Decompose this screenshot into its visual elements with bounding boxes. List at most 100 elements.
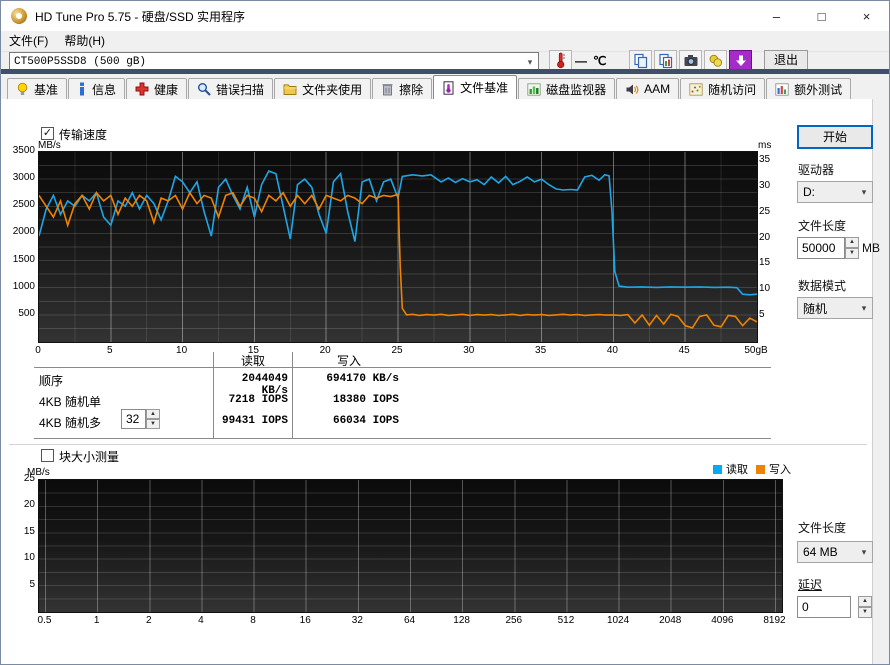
minimize-button[interactable]: – (754, 1, 799, 31)
menu-file[interactable]: 文件(F) (1, 31, 56, 51)
transfer-speed-label: 传输速度 (59, 128, 108, 142)
tab-label: 基准 (34, 82, 59, 97)
accent-separator (1, 69, 889, 74)
chevron-down-icon: ▾ (861, 546, 867, 557)
file-length-value: 50000 (802, 241, 836, 255)
tab-label: 信息 (92, 82, 117, 97)
bulb-icon (17, 82, 28, 95)
chevron-down-icon: ▾ (861, 302, 867, 313)
copy-icon (633, 53, 647, 68)
copy-image-icon (658, 53, 672, 68)
close-button[interactable]: × (844, 1, 889, 31)
file-length-label: 文件长度 (798, 219, 847, 233)
health-cross-icon (135, 82, 149, 96)
drive-select[interactable]: D: ▾ (797, 181, 873, 203)
temperature-display: — ℃ (575, 52, 606, 70)
tab-aam[interactable]: AAM (616, 78, 680, 99)
tab-error-scan[interactable]: 错误扫描 (188, 78, 274, 99)
block-file-length-select[interactable]: 64 MB ▾ (797, 541, 873, 563)
file-length-spinner[interactable]: ▲ ▼ (845, 237, 859, 259)
titlebar: HD Tune Pro 5.75 - 硬盘/SSD 实用程序 – □ × (1, 1, 889, 31)
tab-folder-usage[interactable]: 文件夹使用 (274, 78, 372, 99)
spin-up-icon[interactable]: ▲ (845, 237, 859, 248)
menubar: 文件(F) 帮助(H) (1, 31, 889, 52)
tabbar: 基准 信息 健康 错误扫描 文件夹使用 擦除 文件基准 磁盘监视器 AAM 随机… (7, 75, 887, 99)
drive-selector-value: CT500P5SSD8 (500 gB) (14, 56, 147, 68)
tab-benchmark[interactable]: 基准 (7, 78, 68, 99)
update-download-button[interactable] (729, 50, 752, 71)
block-size-label: 块大小测量 (59, 450, 120, 464)
spin-down-icon[interactable]: ▼ (858, 607, 872, 618)
bar-monitor-icon (527, 82, 541, 96)
file-length-input[interactable]: 50000 (797, 237, 845, 259)
data-mode-label: 数据模式 (798, 279, 847, 293)
tab-extra-tests[interactable]: 额外测试 (766, 78, 852, 99)
latency-input[interactable]: 0 (797, 596, 851, 618)
tab-disk-monitor[interactable]: 磁盘监视器 (518, 78, 616, 99)
read-legend-swatch (713, 464, 722, 474)
spin-up-icon[interactable]: ▲ (858, 596, 872, 607)
tab-erase[interactable]: 擦除 (372, 78, 433, 99)
drive-select-value: D: (803, 185, 815, 199)
tab-health[interactable]: 健康 (126, 78, 188, 99)
copy-image-button[interactable] (654, 50, 677, 71)
temperature-unit: ℃ (593, 54, 607, 68)
file-length-unit: MB (862, 241, 880, 255)
latency-label: 延迟 (798, 578, 823, 592)
read-column-header: 读取 (240, 354, 265, 368)
exit-button[interactable]: 退出 (764, 50, 808, 71)
temperature-button[interactable] (549, 50, 572, 71)
coins-icon (709, 54, 722, 67)
start-button[interactable]: 开始 (797, 125, 873, 149)
spin-down-icon[interactable]: ▼ (146, 419, 160, 429)
latency-value: 0 (802, 600, 809, 614)
chevron-down-icon: ▾ (527, 56, 533, 67)
app-window: HD Tune Pro 5.75 - 硬盘/SSD 实用程序 – □ × 文件(… (0, 0, 890, 665)
block-size-chart (38, 479, 783, 613)
table-line-bottom (34, 438, 771, 439)
tab-label: 文件夹使用 (302, 82, 363, 97)
block-file-length-label: 文件长度 (798, 521, 847, 535)
register-button[interactable] (704, 50, 727, 71)
magnifier-icon (198, 83, 211, 96)
row-label-sequential: 顺序 (39, 374, 64, 388)
screenshot-button[interactable] (679, 50, 702, 71)
4k-single-read-value: 7218 IOPS (228, 394, 288, 406)
tab-file-benchmark[interactable]: 文件基准 (433, 75, 518, 99)
transfer-speed-checkbox[interactable] (41, 127, 54, 140)
download-arrow-icon (735, 55, 746, 66)
tab-label: 磁盘监视器 (546, 82, 607, 97)
queue-depth-value: 32 (126, 412, 140, 426)
queue-depth-spinner[interactable]: ▲ ▼ (146, 409, 160, 429)
trash-icon (382, 84, 393, 96)
spin-up-icon[interactable]: ▲ (146, 409, 160, 419)
block-size-checkbox[interactable] (41, 449, 54, 462)
tab-label: 健康 (154, 82, 179, 97)
spin-down-icon[interactable]: ▼ (845, 248, 859, 259)
read-legend-label: 读取 (726, 464, 748, 476)
block-file-length-value: 64 MB (803, 545, 838, 559)
menu-help[interactable]: 帮助(H) (56, 31, 113, 51)
tab-info[interactable]: 信息 (68, 78, 126, 99)
row-label-4k-multi: 4KB 随机多 (39, 416, 102, 430)
chart2-legend: 读取 写入 (691, 461, 791, 477)
data-mode-select[interactable]: 随机 ▾ (797, 297, 873, 319)
write-legend-label: 写入 (769, 464, 791, 476)
tab-label: 文件基准 (460, 81, 509, 95)
tab-label: 错误扫描 (216, 82, 265, 97)
maximize-button[interactable]: □ (799, 1, 844, 31)
chart1-y2-unit: ms (758, 140, 772, 151)
drive-label: 驱动器 (798, 163, 835, 177)
queue-depth-input[interactable]: 32 (121, 409, 146, 429)
bar-chart-icon (775, 82, 789, 96)
sequential-write-value: 694170 KB/s (326, 373, 399, 385)
chart2-y-unit: MB/s (27, 467, 50, 478)
tab-label: AAM (644, 82, 671, 96)
copy-text-button[interactable] (629, 50, 652, 71)
latency-spinner[interactable]: ▲ ▼ (858, 596, 872, 618)
tab-random-access[interactable]: 随机访问 (680, 78, 766, 99)
tab-label: 随机访问 (708, 82, 757, 97)
chevron-down-icon: ▾ (861, 186, 867, 197)
row-label-4k-single: 4KB 随机单 (39, 395, 102, 409)
info-icon (80, 82, 85, 96)
